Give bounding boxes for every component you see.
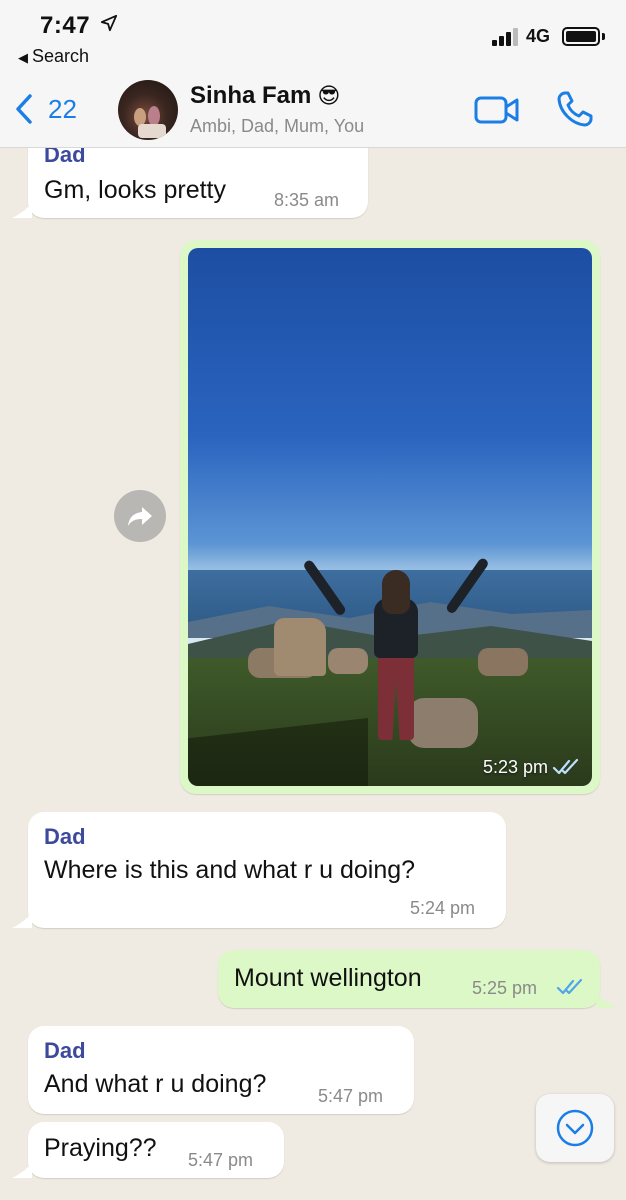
bubble-tail [596,992,616,1008]
sender-name: Dad [44,824,86,849]
chat-title[interactable]: Sinha Fam 😎 [190,82,340,110]
cellular-signal-icon [492,28,520,46]
video-call-icon[interactable] [474,94,520,126]
message-text: And what r u doing? [44,1070,267,1098]
outgoing-message[interactable]: Mount wellington 5:25 pm [218,950,600,1008]
message-time: 5:47 pm [188,1150,254,1170]
outgoing-image-message[interactable]: 5:23 pm [180,240,600,794]
message-text: Mount wellington [234,964,422,992]
unread-count[interactable]: 22 [48,94,77,125]
incoming-message[interactable]: Praying?? 5:47 pm [28,1122,284,1178]
battery-icon [562,27,600,46]
chat-members[interactable]: Ambi, Dad, Mum, You [190,116,364,137]
incoming-message[interactable]: Dad Gm, looks pretty 8:35 am [28,148,368,218]
message-list[interactable]: Dad Gm, looks pretty 8:35 am 5:23 pm Dad… [0,148,626,1200]
message-time: 5:24 pm [410,898,476,918]
back-app-label: Search [32,46,90,66]
message-time: 5:25 pm [472,978,538,998]
forward-arrow-icon [128,507,152,526]
bubble-tail [12,202,32,218]
voice-call-icon[interactable] [556,90,594,128]
message-text: Praying?? [44,1134,157,1162]
bubble-tail [12,912,32,928]
read-receipt-icon [552,758,579,775]
message-time: 5:47 pm [318,1086,384,1106]
sender-name: Dad [44,1038,86,1063]
scroll-to-bottom-button[interactable] [536,1094,614,1162]
chat-header: 22 Sinha Fam 😎 Ambi, Dad, Mum, You [0,72,626,148]
status-bar: 7:47 ◀ Search 4G [0,0,626,72]
status-time: 7:47 [40,12,91,39]
location-arrow-icon [100,14,118,32]
shared-photo[interactable]: 5:23 pm [188,248,592,786]
back-chevron-icon[interactable] [12,92,36,126]
message-time: 5:23 pm [482,757,548,777]
read-receipt-icon [556,978,583,995]
sunglasses-emoji-icon: 😎 [317,83,341,108]
bubble-tail [12,1162,32,1178]
message-time: 8:35 am [274,190,340,210]
back-triangle-icon: ◀ [18,50,28,65]
forward-button[interactable] [114,490,166,542]
message-text: Where is this and what r u doing? [44,856,416,884]
sender-name: Dad [44,148,86,167]
network-type: 4G [526,26,551,46]
incoming-message[interactable]: Dad Where is this and what r u doing? 5:… [28,812,506,928]
chevron-down-circle-icon [556,1109,594,1147]
group-avatar[interactable] [118,80,178,140]
back-to-app-link[interactable]: ◀ Search [18,46,89,67]
message-text: Gm, looks pretty [44,176,226,204]
incoming-message[interactable]: Dad And what r u doing? 5:47 pm [28,1026,414,1114]
chat-name-text: Sinha Fam [190,82,312,109]
